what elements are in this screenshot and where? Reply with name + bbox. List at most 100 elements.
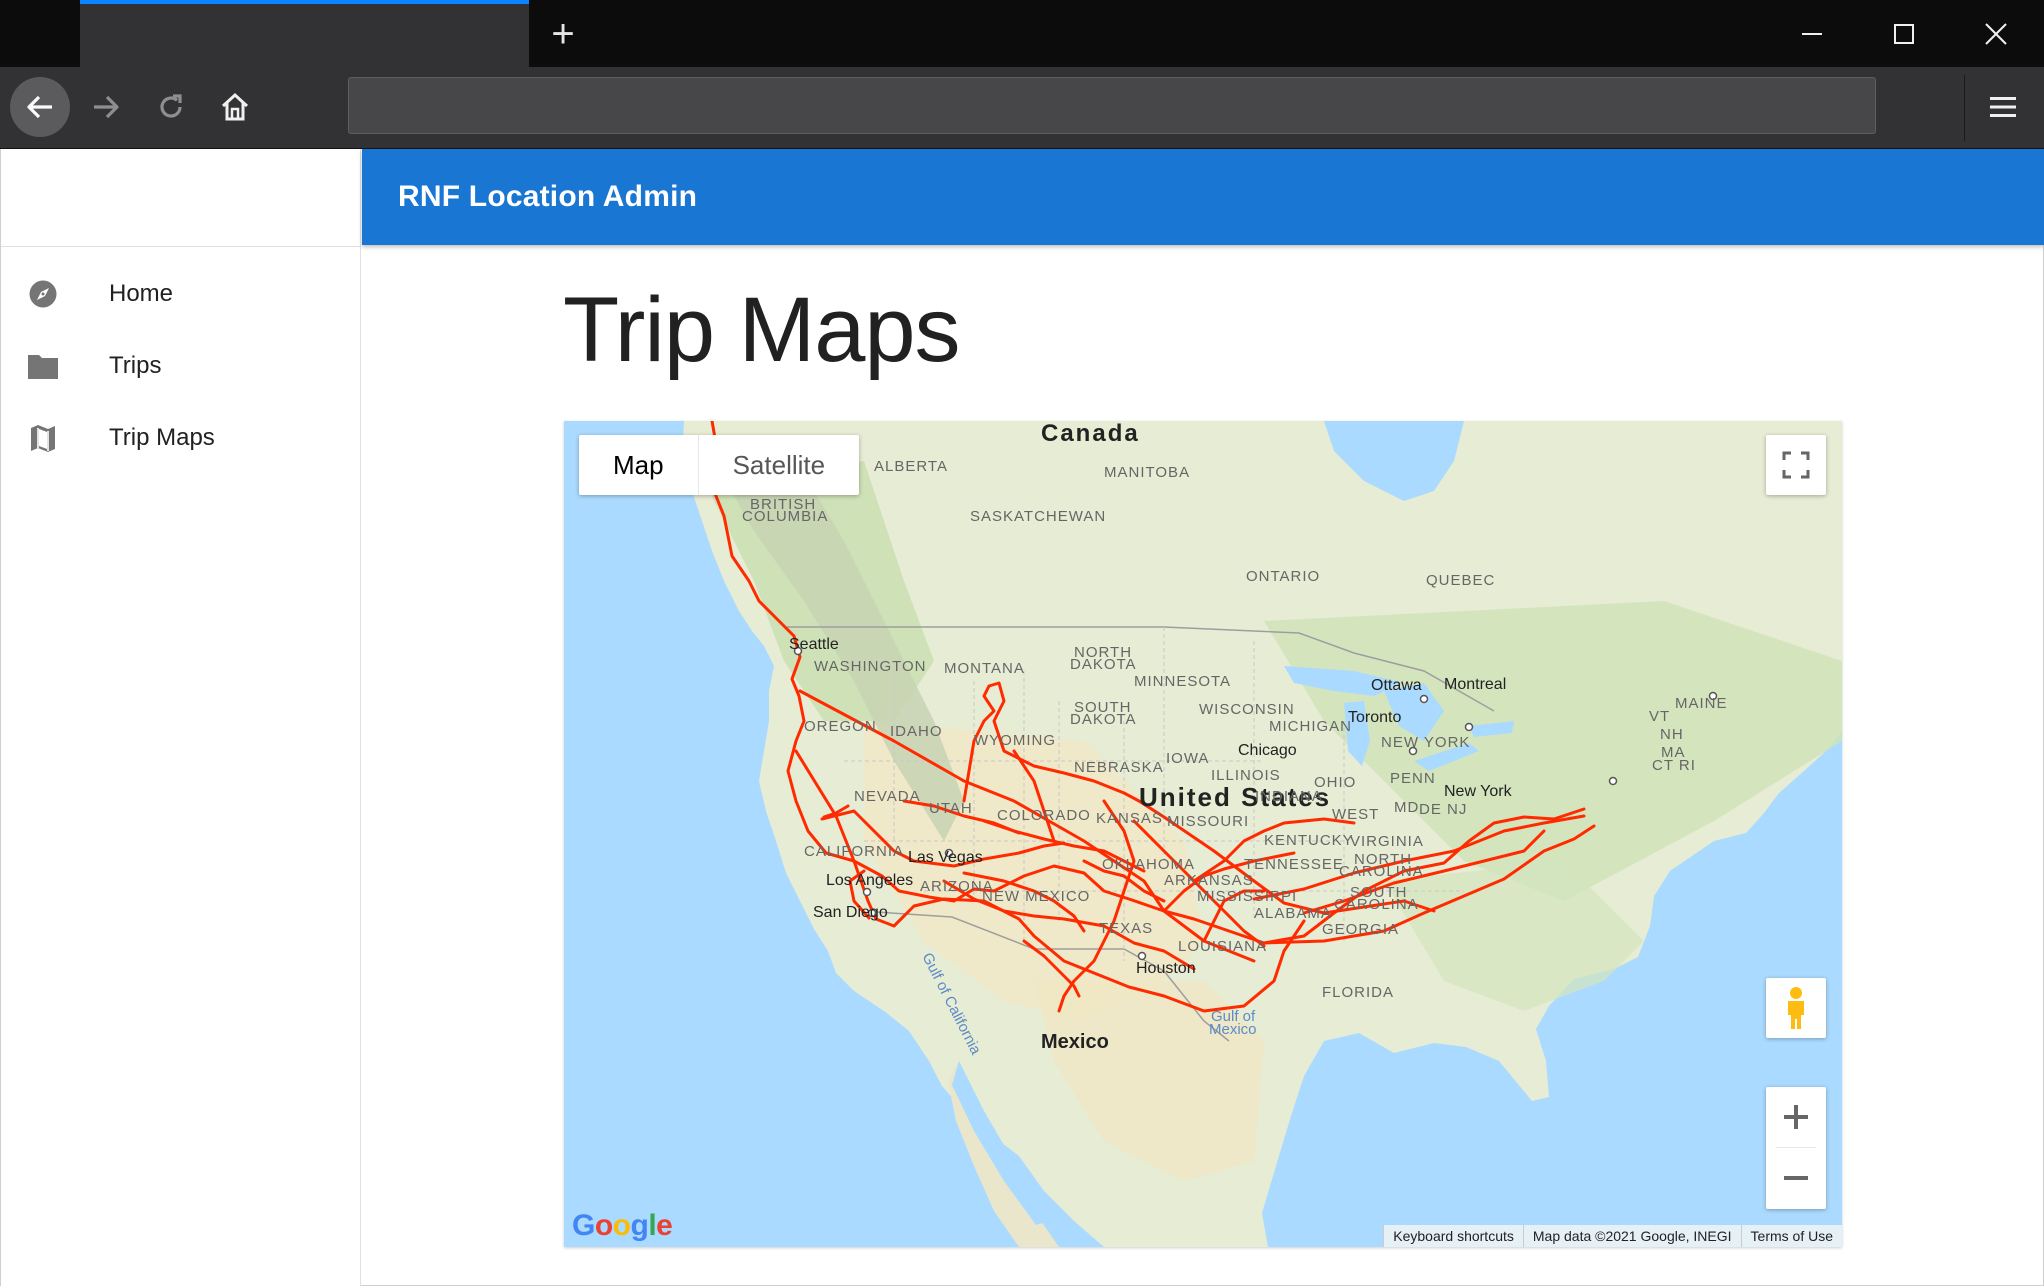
label-region: PENN [1390, 770, 1436, 787]
map-type-control: Map Satellite [579, 435, 860, 495]
sidebar-item-label: Home [109, 280, 174, 307]
app-bar: RNF Location Admin [362, 149, 2044, 245]
terms-of-use-link[interactable]: Terms of Use [1740, 1225, 1842, 1247]
sidebar-item-label: Trip Maps [109, 424, 215, 451]
plus-icon [1784, 1105, 1808, 1129]
label-region: LOUISIANA [1178, 938, 1267, 955]
sidebar-item-label: Trips [109, 352, 162, 379]
label-region: WYOMING [974, 732, 1056, 749]
trip-map[interactable]: Canada United States Mexico ALBERTA MANI… [564, 421, 1842, 1247]
hamburger-menu-icon[interactable] [1978, 79, 2028, 135]
label-region: CAROLINA [1334, 896, 1419, 913]
map-attribution: Keyboard shortcuts Map data ©2021 Google… [1383, 1225, 1842, 1247]
home-icon[interactable] [205, 77, 265, 137]
label-region: WASHINGTON [814, 658, 927, 675]
label-city: San Diego [813, 904, 888, 921]
map-type-map-button[interactable]: Map [579, 435, 699, 495]
maximize-icon[interactable] [1858, 0, 1950, 67]
sidebar-item-trips[interactable]: Trips [1, 330, 360, 402]
page-title: Trip Maps [563, 279, 961, 381]
label-region: NEVADA [854, 788, 921, 805]
back-arrow-icon[interactable] [10, 77, 70, 137]
label-region: ALABAMA [1254, 905, 1332, 922]
label-region: OKLAHOMA [1102, 856, 1195, 873]
fullscreen-button[interactable] [1766, 435, 1826, 495]
label-region: VIRGINIA [1350, 833, 1424, 850]
browser-toolbar [0, 67, 2044, 149]
sidebar-item-trip-maps[interactable]: Trip Maps [1, 402, 360, 474]
label-city: Houston [1136, 960, 1196, 977]
reload-icon[interactable] [141, 77, 201, 137]
keyboard-shortcuts-link[interactable]: Keyboard shortcuts [1383, 1225, 1523, 1247]
label-region: DAKOTA [1070, 656, 1137, 673]
label-city: Montreal [1444, 676, 1506, 693]
sidebar-item-home[interactable]: Home [1, 258, 360, 330]
browser-tab-strip: + [0, 0, 2044, 67]
label-region: OREGON [804, 718, 877, 735]
app-root: Home Trips Trip Maps RNF Location Admin … [0, 149, 2044, 1286]
label-region: IOWA [1166, 750, 1209, 767]
map-data-text: Map data ©2021 Google, INEGI [1522, 1225, 1741, 1247]
label-region: WEST [1332, 806, 1379, 823]
close-window-icon[interactable] [1950, 0, 2042, 67]
label-region: ALBERTA [874, 458, 948, 475]
app-title: RNF Location Admin [398, 180, 698, 213]
label-region: MAINE [1675, 695, 1728, 712]
pegman-icon [1788, 987, 1804, 1029]
map-type-satellite-button[interactable]: Satellite [698, 435, 860, 495]
label-region: GEORGIA [1322, 921, 1399, 938]
label-region: TENNESSEE [1244, 856, 1344, 873]
label-region: CALIFORNIA [804, 843, 904, 860]
label-region: NEW YORK [1381, 734, 1470, 751]
new-tab-icon[interactable]: + [540, 12, 586, 56]
label-region: MINNESOTA [1134, 673, 1231, 690]
label-region: TEXAS [1099, 920, 1153, 937]
compass-icon [27, 278, 59, 310]
label-water: Mexico [1209, 1021, 1257, 1038]
google-logo[interactable]: Google [572, 1209, 673, 1243]
browser-tab-active[interactable] [80, 0, 529, 67]
label-region: ONTARIO [1246, 568, 1320, 585]
label-region: NEW MEXICO [982, 888, 1090, 905]
zoom-out-button[interactable] [1766, 1148, 1826, 1208]
label-region: SASKATCHEWAN [970, 508, 1106, 525]
label-region: MD [1394, 799, 1419, 816]
fullscreen-icon [1782, 451, 1810, 479]
label-region: MICHIGAN [1269, 718, 1352, 735]
label-region: KENTUCKY [1264, 832, 1354, 849]
label-region: CAROLINA [1339, 863, 1424, 880]
url-input[interactable] [348, 77, 1876, 134]
label-region: DAKOTA [1070, 711, 1137, 728]
label-region: CT RI [1652, 757, 1696, 774]
street-view-pegman[interactable] [1766, 978, 1826, 1038]
label-region: NH [1660, 726, 1684, 743]
forward-arrow-icon[interactable] [76, 77, 136, 137]
sidebar-header [1, 149, 360, 247]
map-icon [27, 422, 59, 454]
label-region: KANSAS [1096, 810, 1163, 827]
label-country: Mexico [1041, 1031, 1109, 1053]
label-region: ARKANSAS [1164, 872, 1254, 889]
minus-icon [1784, 1176, 1808, 1180]
label-region: MISSISSIPPI [1197, 888, 1297, 905]
label-city: New York [1444, 783, 1513, 800]
minimize-icon[interactable] [1766, 0, 1858, 67]
label-region: ILLINOIS [1211, 767, 1281, 784]
label-region: COLORADO [997, 807, 1091, 824]
zoom-in-button[interactable] [1766, 1087, 1826, 1147]
label-region: IDAHO [890, 723, 943, 740]
map-canvas[interactable]: Canada United States Mexico ALBERTA MANI… [564, 421, 1842, 1247]
label-region: WISCONSIN [1199, 701, 1295, 718]
folder-icon [27, 350, 59, 382]
zoom-control [1766, 1087, 1826, 1209]
label-city: Chicago [1238, 742, 1297, 759]
label-city: Ottawa [1371, 677, 1422, 694]
label-city: Toronto [1348, 709, 1401, 726]
label-region: DE NJ [1419, 801, 1467, 818]
label-region: NEBRASKA [1074, 759, 1164, 776]
label-region: UTAH [929, 800, 973, 817]
label-region: COLUMBIA [742, 508, 828, 525]
label-region: MONTANA [944, 660, 1025, 677]
label-region: FLORIDA [1322, 984, 1394, 1001]
label-region: MANITOBA [1104, 464, 1190, 481]
